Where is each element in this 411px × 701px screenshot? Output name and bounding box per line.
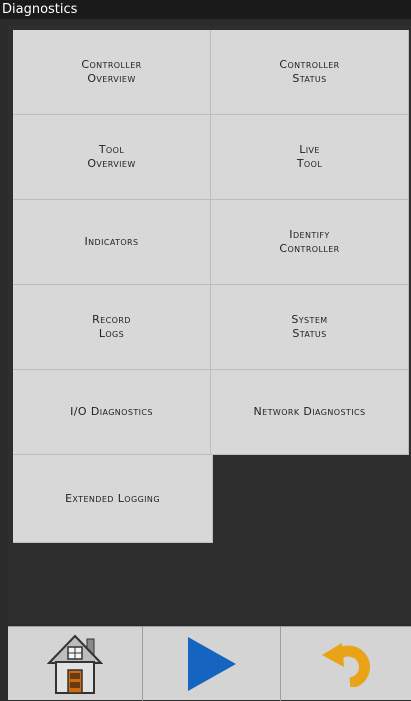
tile-label-line2: Status bbox=[292, 327, 327, 340]
play-button[interactable] bbox=[143, 627, 280, 701]
tool-overview-button[interactable]: Tool Overview bbox=[13, 115, 211, 200]
indicators-button[interactable]: Indicators bbox=[13, 200, 211, 285]
identify-controller-button[interactable]: Identify Controller bbox=[211, 200, 409, 285]
tile-label-line1: Extended Logging bbox=[65, 491, 160, 505]
tile-label-line1: System bbox=[291, 313, 328, 326]
tile-label-line1: Tool bbox=[98, 143, 125, 156]
bottom-navigation-bar bbox=[8, 626, 411, 701]
tile-label-line2: Status bbox=[292, 72, 327, 85]
diagnostics-panel: Controller Overview Controller Status Tool… bbox=[8, 25, 411, 624]
play-icon bbox=[187, 637, 236, 691]
tile-label-line1: Identify bbox=[289, 228, 330, 241]
io-diagnostics-button[interactable]: I/O Diagnostics bbox=[13, 370, 211, 455]
live-tool-button[interactable]: Live Tool bbox=[211, 115, 409, 200]
tile-label-line1: Indicators bbox=[84, 235, 139, 248]
tile-label-line2: Logs bbox=[98, 327, 125, 340]
home-icon bbox=[47, 634, 103, 694]
tile-label-line2: Overview bbox=[87, 72, 136, 85]
controller-status-button[interactable]: Controller Status bbox=[211, 30, 409, 115]
tile-label-line2: Tool bbox=[296, 157, 323, 170]
tile-label-line1: Controller bbox=[279, 58, 340, 71]
controller-overview-button[interactable]: Controller Overview bbox=[13, 30, 211, 115]
tile-label-line1: Controller bbox=[81, 58, 142, 71]
system-status-button[interactable]: System Status bbox=[211, 285, 409, 370]
undo-button[interactable] bbox=[281, 627, 411, 701]
tile-label-line1: I/O Diagnostics bbox=[70, 405, 153, 418]
extended-logging-button[interactable]: Extended Logging bbox=[13, 455, 213, 543]
tile-label-line2: Controller bbox=[279, 242, 340, 255]
window-title: Diagnostics bbox=[0, 0, 411, 19]
record-logs-button[interactable]: Record Logs bbox=[13, 285, 211, 370]
tile-label-line1: Record bbox=[92, 313, 131, 326]
home-button[interactable] bbox=[8, 627, 142, 701]
network-diagnostics-button[interactable]: Network Diagnostics bbox=[211, 370, 409, 455]
tile-label-line1: Network Diagnostics bbox=[253, 405, 366, 418]
tile-label-line1: Live bbox=[299, 143, 320, 156]
tile-label-line2: Overview bbox=[87, 157, 136, 170]
undo-icon bbox=[322, 643, 370, 687]
